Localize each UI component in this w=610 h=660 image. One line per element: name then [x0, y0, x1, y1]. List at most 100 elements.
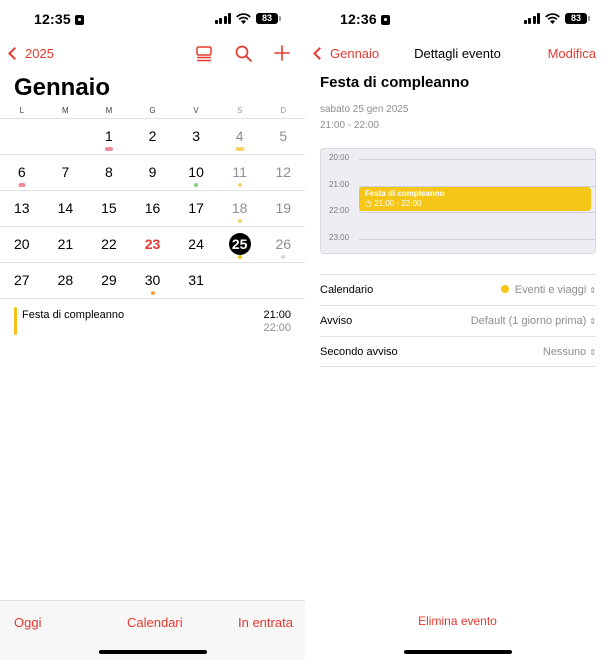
detail-value: Default (1 giorno prima) ⇕: [470, 315, 596, 327]
second-alert-row[interactable]: Secondo avviso Nessuno ⇕: [320, 336, 596, 367]
day-cell[interactable]: 29: [87, 263, 131, 298]
back-to-year-button[interactable]: 2025: [8, 46, 54, 61]
day-number: 12: [275, 164, 292, 180]
day-cell[interactable]: 9: [131, 155, 175, 190]
day-cell[interactable]: 31: [174, 263, 218, 298]
day-number: 30: [144, 272, 161, 288]
day-cell[interactable]: 20: [0, 227, 44, 262]
day-cell[interactable]: 28: [44, 263, 88, 298]
event-indicator: [150, 291, 155, 295]
day-number: 23: [144, 236, 161, 252]
month-grid: 1 2 3 4 5 6 7 8 9 10 11 12 13 14 15 16 1…: [0, 118, 305, 299]
day-timeline-preview: 20:00 21:00 22:00 23:00 Festa di complea…: [320, 148, 596, 254]
today-button[interactable]: Oggi: [14, 615, 41, 630]
weekday-label: D: [280, 106, 287, 115]
event-title: Festa di compleanno: [22, 309, 125, 321]
day-number: 17: [188, 200, 204, 216]
day-cell-selected[interactable]: 25: [218, 227, 262, 262]
timeline-event-title: Festa di compleanno: [365, 189, 445, 198]
day-number: 24: [188, 236, 204, 252]
week-row: 6 7 8 9 10 11 12: [0, 154, 305, 190]
day-cell[interactable]: 14: [44, 191, 88, 226]
home-indicator[interactable]: [403, 650, 512, 654]
delete-event-button[interactable]: Elimina evento: [305, 614, 610, 628]
day-cell[interactable]: 4: [218, 119, 262, 154]
event-indicator: [237, 255, 242, 259]
day-number: 13: [13, 200, 30, 216]
weekday-label: S: [237, 106, 243, 115]
day-cell[interactable]: 12: [261, 155, 305, 190]
day-cell[interactable]: 15: [87, 191, 131, 226]
status-time: 12:35: [34, 11, 84, 27]
day-cell[interactable]: 16: [131, 191, 175, 226]
day-cell[interactable]: 30: [131, 263, 175, 298]
battery-icon: 83: [256, 13, 281, 24]
day-number: 5: [279, 128, 288, 144]
weekday-label: M: [62, 106, 69, 115]
day-number: 29: [101, 272, 117, 288]
day-number: 27: [13, 272, 30, 288]
nav-bar: 2025: [0, 44, 305, 64]
day-cell[interactable]: 1: [87, 119, 131, 154]
detail-key: Calendario: [320, 284, 374, 296]
add-icon[interactable]: [274, 45, 290, 61]
day-cell[interactable]: 7: [44, 155, 88, 190]
day-cell[interactable]: 27: [0, 263, 44, 298]
alert-row[interactable]: Avviso Default (1 giorno prima) ⇕: [320, 305, 596, 336]
day-number: 9: [148, 164, 157, 180]
chevron-left-icon: [8, 47, 21, 60]
timeline-event-block[interactable]: Festa di compleanno ◷ 21:00 - 22:00: [359, 187, 591, 211]
calendars-button[interactable]: Calendari: [127, 615, 183, 630]
day-number: 21: [57, 236, 74, 252]
day-cell[interactable]: 24: [174, 227, 218, 262]
hour-label: 22:00: [329, 206, 350, 215]
month-title: Gennaio: [14, 74, 111, 101]
day-cell[interactable]: 26: [261, 227, 305, 262]
day-event-item[interactable]: Festa di compleanno 21:00 22:00: [14, 305, 291, 335]
day-number: 10: [188, 164, 204, 180]
day-cell[interactable]: 21: [44, 227, 88, 262]
day-number: 8: [105, 164, 113, 180]
list-view-icon[interactable]: [196, 46, 212, 62]
search-icon[interactable]: [235, 45, 252, 62]
cellular-signal-icon: [214, 13, 231, 24]
day-cell-empty: [218, 263, 262, 298]
day-cell[interactable]: 2: [131, 119, 175, 154]
day-cell[interactable]: 8: [87, 155, 131, 190]
status-bar: 12:36 83: [305, 10, 610, 30]
weekday-header: L M M G V S D: [0, 106, 305, 115]
day-number: 19: [275, 200, 292, 216]
day-number: 25: [228, 233, 251, 255]
status-time: 12:36: [340, 11, 390, 27]
event-indicator: [104, 147, 113, 151]
day-cell[interactable]: 11: [218, 155, 262, 190]
day-cell[interactable]: 18: [218, 191, 262, 226]
day-cell[interactable]: 19: [261, 191, 305, 226]
timeline-event-time-text: 21:00 - 22:00: [374, 199, 422, 208]
day-number: 31: [188, 272, 204, 288]
day-cell[interactable]: 3: [174, 119, 218, 154]
week-row: 1 2 3 4 5: [0, 118, 305, 154]
edit-button[interactable]: Modifica: [548, 46, 596, 61]
day-cell-today[interactable]: 23: [131, 227, 175, 262]
day-cell[interactable]: 13: [0, 191, 44, 226]
battery-level: 83: [261, 13, 272, 23]
home-indicator[interactable]: [98, 650, 207, 654]
weekday-label: G: [149, 106, 156, 115]
day-number: 28: [57, 272, 74, 288]
event-indicator: [18, 183, 26, 187]
inbox-button[interactable]: In entrata: [238, 615, 293, 630]
day-number: 4: [235, 128, 244, 144]
event-times: 21:00 22:00: [263, 309, 291, 335]
detail-value: Nessuno ⇕: [542, 346, 596, 358]
calendar-row[interactable]: Calendario Eventi e viaggi ⇕: [320, 274, 596, 305]
event-start-time: 21:00: [263, 309, 291, 321]
day-cell[interactable]: 6: [0, 155, 44, 190]
day-cell[interactable]: 22: [87, 227, 131, 262]
day-cell[interactable]: 5: [261, 119, 305, 154]
timeline-hour: 23:00: [321, 233, 595, 242]
day-cell[interactable]: 10: [174, 155, 218, 190]
day-number: 14: [57, 200, 74, 216]
day-number: 3: [192, 128, 200, 144]
day-cell[interactable]: 17: [174, 191, 218, 226]
